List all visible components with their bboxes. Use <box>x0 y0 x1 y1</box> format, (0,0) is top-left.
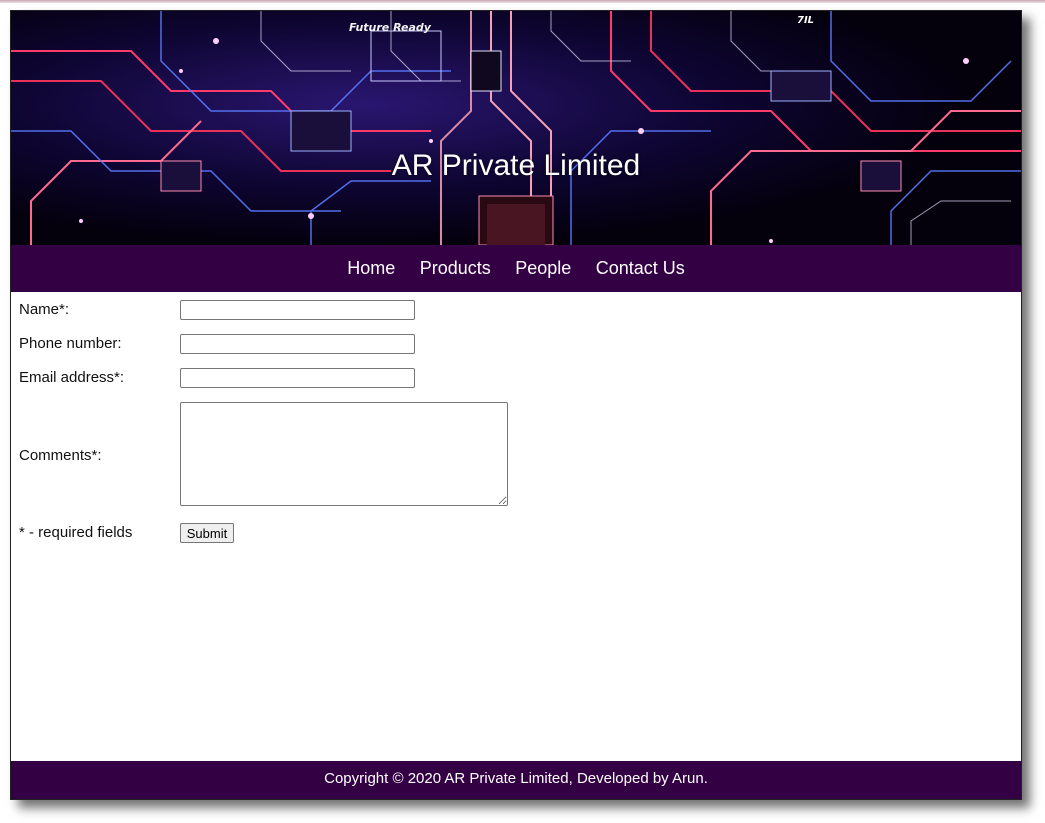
banner-logo-mark: 7IL <box>797 15 815 26</box>
copyright-text: Copyright © 2020 AR Private Limited, Dev… <box>324 770 708 787</box>
window-top-edge <box>0 0 1045 3</box>
name-label: Name*: <box>19 301 70 318</box>
site-title: AR Private Limited <box>391 149 641 182</box>
nav-link-people[interactable]: People <box>515 245 571 292</box>
nav-link-home[interactable]: Home <box>347 245 395 292</box>
main-navigation: Home Products People Contact Us <box>11 245 1021 292</box>
comments-textarea[interactable] <box>180 402 508 506</box>
circuit-board-image <box>11 11 1021 245</box>
phone-input[interactable] <box>180 334 415 354</box>
header-banner: Future Ready 7IL AR Private Limited <box>11 11 1021 245</box>
phone-label: Phone number: <box>19 335 122 352</box>
submit-button[interactable]: Submit <box>180 523 234 543</box>
required-fields-note: * - required fields <box>19 524 133 541</box>
banner-tagline: Future Ready <box>349 21 431 34</box>
name-input[interactable] <box>180 300 415 320</box>
nav-link-contact-us[interactable]: Contact Us <box>596 245 685 292</box>
nav-link-products[interactable]: Products <box>420 245 491 292</box>
footer: Copyright © 2020 AR Private Limited, Dev… <box>11 761 1021 799</box>
page-container: Future Ready 7IL AR Private Limited Home… <box>10 10 1022 800</box>
email-input[interactable] <box>180 368 415 388</box>
comments-label: Comments*: <box>19 447 102 464</box>
email-label: Email address*: <box>19 369 125 386</box>
